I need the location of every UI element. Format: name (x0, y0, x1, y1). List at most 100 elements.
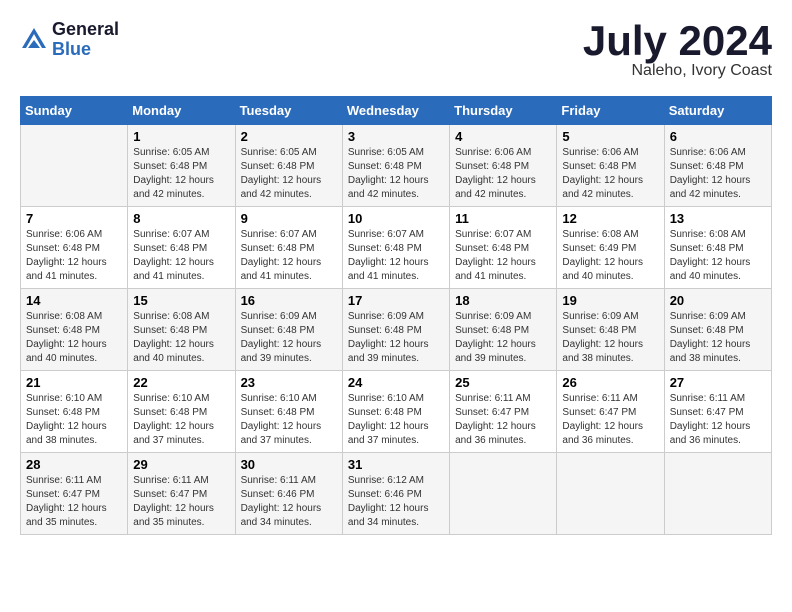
day-cell: 21Sunrise: 6:10 AM Sunset: 6:48 PM Dayli… (21, 371, 128, 453)
day-number: 17 (348, 293, 444, 308)
day-number: 11 (455, 211, 551, 226)
day-number: 30 (241, 457, 337, 472)
day-number: 12 (562, 211, 658, 226)
day-cell: 2 Sunrise: 6:05 AM Sunset: 6:48 PM Daylig… (235, 125, 342, 207)
day-cell: 5 Sunrise: 6:06 AM Sunset: 6:48 PM Daylig… (557, 125, 664, 207)
day-info: Sunrise: 6:09 AM Sunset: 6:48 PM Dayligh… (455, 310, 551, 366)
day-info: Sunrise: 6:07 AM Sunset: 6:48 PM Dayligh… (133, 228, 229, 284)
day-number: 4 (455, 129, 551, 144)
day-info: Sunrise: 6:11 AM Sunset: 6:47 PM Dayligh… (26, 474, 122, 530)
day-number: 7 (26, 211, 122, 226)
day-info: Sunrise: 6:08 AM Sunset: 6:48 PM Dayligh… (133, 310, 229, 366)
week-row-1: 1 Sunrise: 6:05 AM Sunset: 6:48 PM Daylig… (21, 125, 772, 207)
week-row-3: 14 Sunrise: 6:08 AM Sunset: 6:48 PM Dayli… (21, 289, 772, 371)
day-number: 28 (26, 457, 122, 472)
day-info: Sunrise: 6:07 AM Sunset: 6:48 PM Dayligh… (348, 228, 444, 284)
day-info: Sunrise: 6:11 AM Sunset: 6:47 PM Dayligh… (133, 474, 229, 530)
day-cell: 31 Sunrise: 6:12 AM Sunset: 6:46 PM Dayli… (342, 453, 449, 535)
day-number: 16 (241, 293, 337, 308)
day-cell: 15 Sunrise: 6:08 AM Sunset: 6:48 PM Dayli… (128, 289, 235, 371)
day-number: 18 (455, 293, 551, 308)
day-cell: 6Sunrise: 6:06 AM Sunset: 6:48 PM Daylig… (664, 125, 771, 207)
day-info: Sunrise: 6:05 AM Sunset: 6:48 PM Dayligh… (348, 146, 444, 202)
month-title: July 2024 (583, 20, 772, 62)
day-cell (21, 125, 128, 207)
day-cell: 20 Sunrise: 6:09 AM Sunset: 6:48 PM Dayli… (664, 289, 771, 371)
day-number: 22 (133, 375, 229, 390)
day-info: Sunrise: 6:11 AM Sunset: 6:47 PM Dayligh… (455, 392, 551, 448)
calendar-body: 1 Sunrise: 6:05 AM Sunset: 6:48 PM Daylig… (21, 125, 772, 535)
day-cell: 29Sunrise: 6:11 AM Sunset: 6:47 PM Dayli… (128, 453, 235, 535)
day-info: Sunrise: 6:05 AM Sunset: 6:48 PM Dayligh… (133, 146, 229, 202)
day-info: Sunrise: 6:08 AM Sunset: 6:48 PM Dayligh… (670, 228, 766, 284)
header-cell-friday: Friday (557, 97, 664, 125)
day-info: Sunrise: 6:11 AM Sunset: 6:47 PM Dayligh… (670, 392, 766, 448)
day-cell: 13 Sunrise: 6:08 AM Sunset: 6:48 PM Dayli… (664, 207, 771, 289)
day-number: 5 (562, 129, 658, 144)
day-cell: 28 Sunrise: 6:11 AM Sunset: 6:47 PM Dayli… (21, 453, 128, 535)
page-header: General Blue July 2024 Naleho, Ivory Coa… (20, 20, 772, 80)
day-info: Sunrise: 6:07 AM Sunset: 6:48 PM Dayligh… (241, 228, 337, 284)
day-cell: 22 Sunrise: 6:10 AM Sunset: 6:48 PM Dayli… (128, 371, 235, 453)
day-cell: 4 Sunrise: 6:06 AM Sunset: 6:48 PM Daylig… (450, 125, 557, 207)
day-info: Sunrise: 6:05 AM Sunset: 6:48 PM Dayligh… (241, 146, 337, 202)
day-info: Sunrise: 6:09 AM Sunset: 6:48 PM Dayligh… (670, 310, 766, 366)
day-number: 31 (348, 457, 444, 472)
day-info: Sunrise: 6:12 AM Sunset: 6:46 PM Dayligh… (348, 474, 444, 530)
header-cell-tuesday: Tuesday (235, 97, 342, 125)
logo-icon (20, 26, 48, 54)
day-number: 27 (670, 375, 766, 390)
day-number: 15 (133, 293, 229, 308)
day-info: Sunrise: 6:08 AM Sunset: 6:48 PM Dayligh… (26, 310, 122, 366)
day-cell: 25Sunrise: 6:11 AM Sunset: 6:47 PM Dayli… (450, 371, 557, 453)
logo-blue: Blue (52, 40, 119, 60)
day-number: 24 (348, 375, 444, 390)
day-cell: 16 Sunrise: 6:09 AM Sunset: 6:48 PM Dayli… (235, 289, 342, 371)
week-row-5: 28 Sunrise: 6:11 AM Sunset: 6:47 PM Dayli… (21, 453, 772, 535)
day-cell: 23 Sunrise: 6:10 AM Sunset: 6:48 PM Dayli… (235, 371, 342, 453)
logo-text: General Blue (52, 20, 119, 60)
day-info: Sunrise: 6:08 AM Sunset: 6:49 PM Dayligh… (562, 228, 658, 284)
week-row-2: 7Sunrise: 6:06 AM Sunset: 6:48 PM Daylig… (21, 207, 772, 289)
day-info: Sunrise: 6:06 AM Sunset: 6:48 PM Dayligh… (562, 146, 658, 202)
day-cell: 7Sunrise: 6:06 AM Sunset: 6:48 PM Daylig… (21, 207, 128, 289)
day-cell: 27 Sunrise: 6:11 AM Sunset: 6:47 PM Dayli… (664, 371, 771, 453)
day-cell: 12 Sunrise: 6:08 AM Sunset: 6:49 PM Dayli… (557, 207, 664, 289)
logo: General Blue (20, 20, 119, 60)
day-number: 1 (133, 129, 229, 144)
week-row-4: 21Sunrise: 6:10 AM Sunset: 6:48 PM Dayli… (21, 371, 772, 453)
day-cell: 14 Sunrise: 6:08 AM Sunset: 6:48 PM Dayli… (21, 289, 128, 371)
day-cell (664, 453, 771, 535)
day-cell: 11 Sunrise: 6:07 AM Sunset: 6:48 PM Dayli… (450, 207, 557, 289)
day-number: 13 (670, 211, 766, 226)
day-cell (557, 453, 664, 535)
day-info: Sunrise: 6:09 AM Sunset: 6:48 PM Dayligh… (562, 310, 658, 366)
day-info: Sunrise: 6:06 AM Sunset: 6:48 PM Dayligh… (455, 146, 551, 202)
day-number: 6 (670, 129, 766, 144)
header-cell-monday: Monday (128, 97, 235, 125)
day-info: Sunrise: 6:11 AM Sunset: 6:47 PM Dayligh… (562, 392, 658, 448)
day-info: Sunrise: 6:10 AM Sunset: 6:48 PM Dayligh… (241, 392, 337, 448)
day-info: Sunrise: 6:07 AM Sunset: 6:48 PM Dayligh… (455, 228, 551, 284)
day-number: 23 (241, 375, 337, 390)
day-number: 9 (241, 211, 337, 226)
day-cell (450, 453, 557, 535)
calendar-header: SundayMondayTuesdayWednesdayThursdayFrid… (21, 97, 772, 125)
day-info: Sunrise: 6:09 AM Sunset: 6:48 PM Dayligh… (241, 310, 337, 366)
day-number: 20 (670, 293, 766, 308)
day-cell: 9 Sunrise: 6:07 AM Sunset: 6:48 PM Daylig… (235, 207, 342, 289)
logo-general: General (52, 20, 119, 40)
header-cell-sunday: Sunday (21, 97, 128, 125)
day-number: 3 (348, 129, 444, 144)
calendar-table: SundayMondayTuesdayWednesdayThursdayFrid… (20, 96, 772, 535)
day-cell: 8Sunrise: 6:07 AM Sunset: 6:48 PM Daylig… (128, 207, 235, 289)
day-info: Sunrise: 6:10 AM Sunset: 6:48 PM Dayligh… (133, 392, 229, 448)
title-area: July 2024 Naleho, Ivory Coast (583, 20, 772, 80)
day-number: 26 (562, 375, 658, 390)
day-number: 19 (562, 293, 658, 308)
day-number: 2 (241, 129, 337, 144)
day-number: 14 (26, 293, 122, 308)
header-row: SundayMondayTuesdayWednesdayThursdayFrid… (21, 97, 772, 125)
day-cell: 24 Sunrise: 6:10 AM Sunset: 6:48 PM Dayli… (342, 371, 449, 453)
day-info: Sunrise: 6:10 AM Sunset: 6:48 PM Dayligh… (348, 392, 444, 448)
